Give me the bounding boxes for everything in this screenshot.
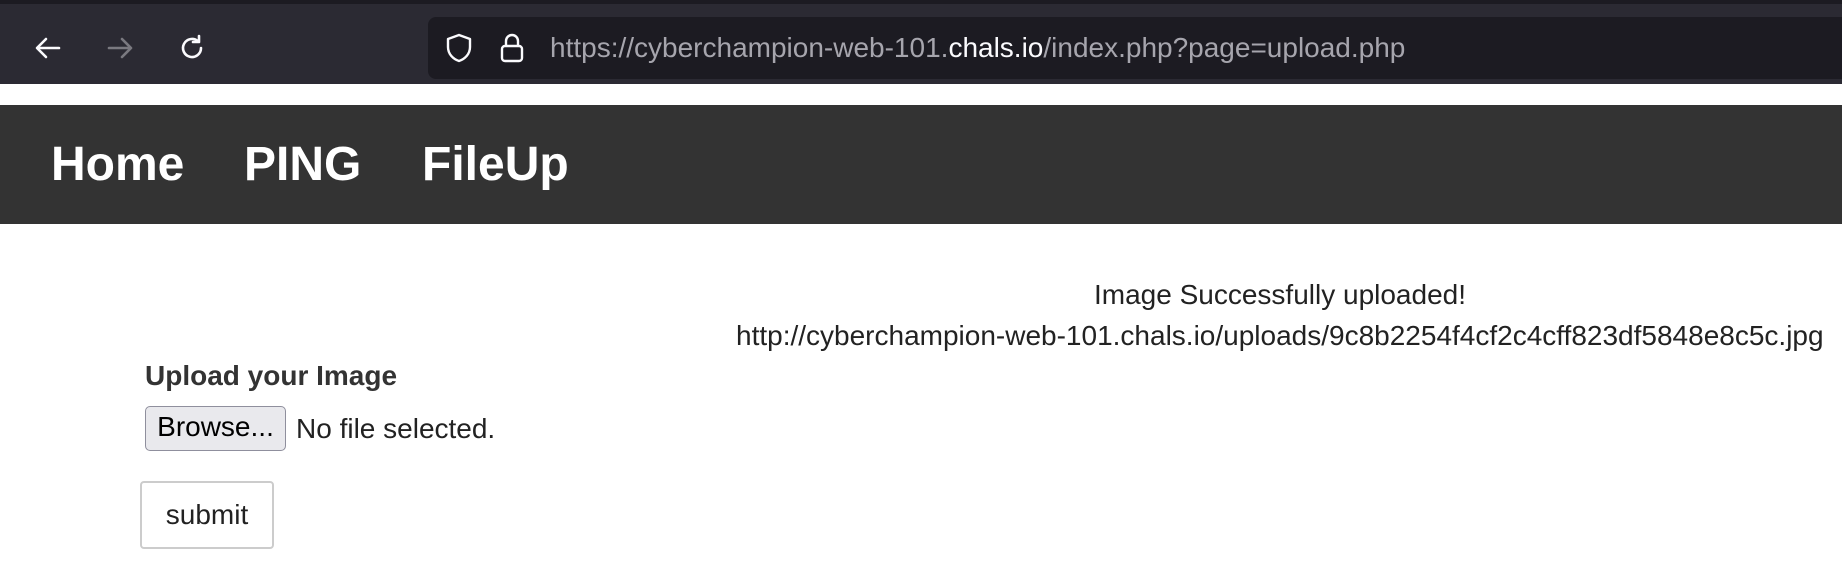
upload-success-message: Image Successfully uploaded! [1094, 279, 1466, 310]
arrow-right-icon [107, 37, 133, 59]
upload-form-label: Upload your Image [145, 360, 398, 391]
site-navbar: Home PING FileUp [0, 105, 1842, 224]
reload-icon [181, 34, 203, 59]
browse-button[interactable]: Browse... [145, 406, 286, 451]
browser-toolbar: https://cyberchampion-web-101.chals.io/i… [0, 0, 1842, 84]
uploaded-file-url: http://cyberchampion-web-101.chals.io/up… [736, 320, 1824, 351]
chrome-separator [0, 84, 1842, 105]
url-suffix: /index.php?page=upload.php [1043, 32, 1406, 63]
nav-link-fileup[interactable]: FileUp [422, 138, 569, 192]
url-prefix: https://cyberchampion-web-101. [550, 32, 949, 63]
url-text[interactable]: https://cyberchampion-web-101.chals.io/i… [550, 32, 1405, 64]
back-button[interactable] [26, 26, 70, 70]
nav-link-home[interactable]: Home [51, 138, 184, 192]
lock-icon[interactable] [498, 32, 526, 64]
nav-link-ping[interactable]: PING [244, 138, 361, 192]
arrow-left-icon [35, 37, 61, 59]
reload-button[interactable] [170, 26, 214, 70]
file-status-text: No file selected. [296, 413, 496, 444]
submit-button[interactable]: submit [140, 481, 274, 549]
forward-button[interactable] [98, 26, 142, 70]
url-domain: chals.io [948, 32, 1044, 63]
address-bar[interactable]: https://cyberchampion-web-101.chals.io/i… [428, 17, 1842, 79]
shield-icon[interactable] [443, 32, 475, 64]
